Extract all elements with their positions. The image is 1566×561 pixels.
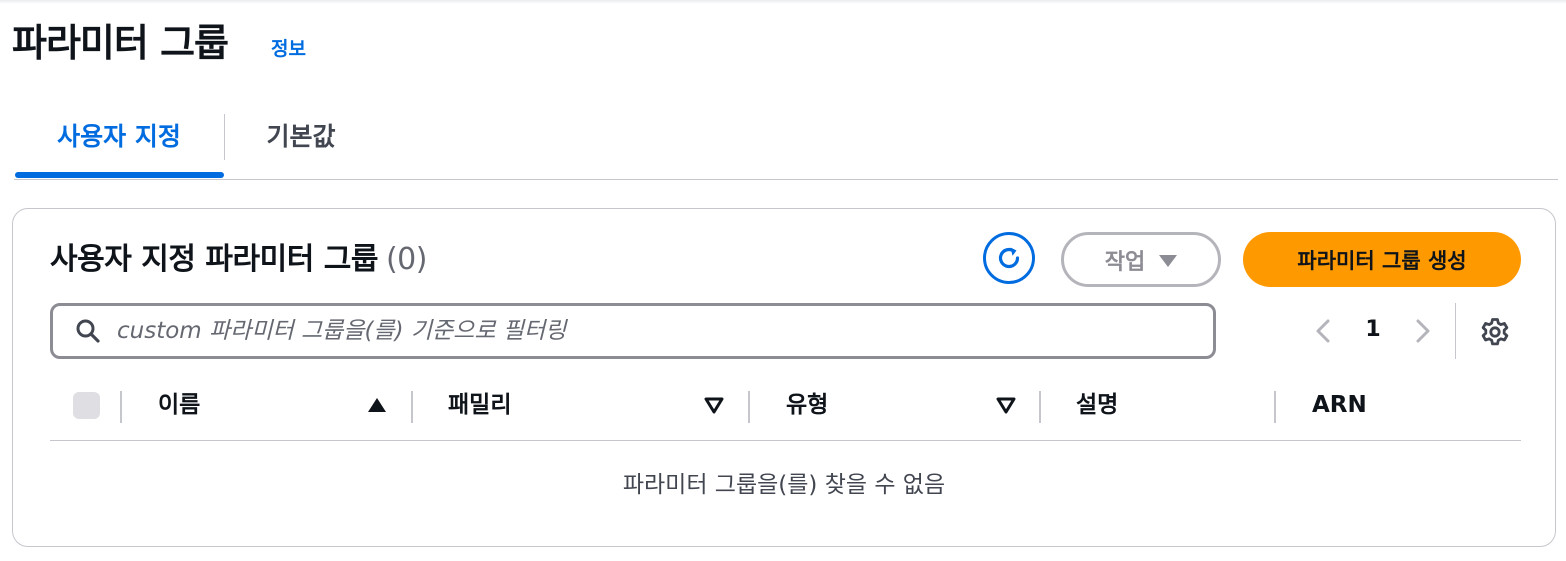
actions-label: 작업 (1104, 249, 1146, 275)
search-box (50, 303, 1216, 359)
panel-title-text: 사용자 지정 파라미터 그룹 (50, 242, 378, 277)
column-separator (411, 391, 413, 423)
column-header-family[interactable]: 패밀리 (448, 388, 511, 422)
refresh-button[interactable] (983, 232, 1035, 284)
tab-divider (224, 114, 225, 160)
create-parameter-group-button[interactable]: 파라미터 그룹 생성 (1243, 232, 1521, 287)
column-separator (120, 391, 122, 423)
column-separator (1274, 391, 1276, 423)
sort-ascending-icon[interactable] (367, 396, 387, 414)
pager-divider (1455, 303, 1456, 359)
panel-title: 사용자 지정 파라미터 그룹 (0) (50, 239, 427, 281)
column-separator (748, 391, 750, 423)
select-all-checkbox[interactable] (73, 392, 100, 419)
info-link[interactable]: 정보 (271, 36, 306, 62)
panel-count: (0) (385, 242, 428, 277)
chevron-right-icon (1416, 319, 1430, 343)
tab-default[interactable]: 기본값 (242, 108, 360, 168)
column-header-name[interactable]: 이름 (158, 388, 200, 422)
empty-state-message: 파라미터 그룹을(를) 찾을 수 없음 (622, 472, 946, 498)
sort-icon[interactable] (996, 396, 1016, 414)
tab-list: 사용자 지정 기본값 (14, 108, 1558, 180)
actions-dropdown[interactable]: 작업 (1061, 232, 1221, 287)
current-page-number[interactable]: 1 (1361, 313, 1385, 347)
search-icon (76, 319, 100, 343)
table-header: 이름 패밀리 유형 설명 ARN (50, 384, 1521, 441)
column-separator (1039, 391, 1041, 423)
search-input[interactable] (115, 310, 1179, 352)
preferences-button[interactable] (1479, 316, 1511, 348)
page-title: 파라미터 그룹 (12, 21, 229, 65)
column-header-type[interactable]: 유형 (786, 388, 828, 422)
caret-down-icon (1159, 255, 1178, 267)
tab-custom[interactable]: 사용자 지정 (14, 108, 224, 168)
refresh-icon (998, 247, 1020, 269)
chevron-left-icon (1316, 319, 1330, 343)
parameter-groups-panel: 사용자 지정 파라미터 그룹(0) 작업 파라미터 그룹 생성 1 (12, 208, 1556, 547)
column-header-description: 설명 (1076, 392, 1119, 418)
previous-page-button[interactable] (1311, 317, 1335, 345)
next-page-button[interactable] (1411, 317, 1435, 345)
selected-tab-indicator (15, 172, 224, 178)
top-shadow (0, 0, 1566, 4)
page: 파라미터 그룹 정보 사용자 지정 기본값 사용자 지정 파라미터 그룹 (0) … (0, 0, 1566, 561)
sort-icon[interactable] (704, 396, 724, 414)
gear-icon (1481, 318, 1509, 346)
column-header-arn: ARN (1312, 392, 1367, 418)
